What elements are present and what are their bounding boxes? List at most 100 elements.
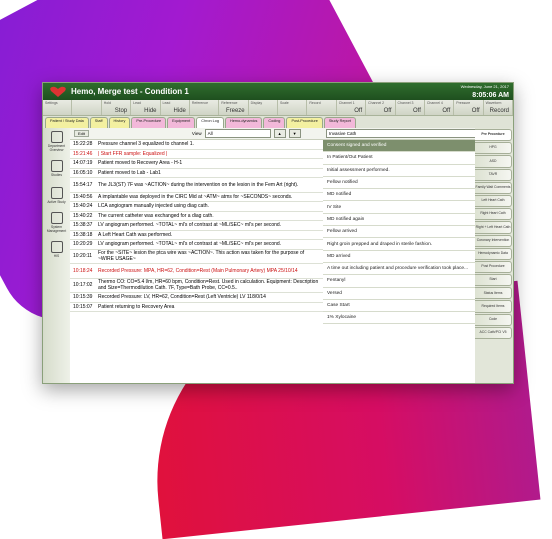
procedure-item[interactable]: IV Site: [323, 201, 499, 214]
procedure-item[interactable]: Consent signed and verified: [323, 140, 499, 153]
toolbar-button[interactable]: [72, 100, 102, 115]
toolbar-button[interactable]: Display: [249, 100, 278, 115]
log-text: LCA angiogram manually injected using di…: [98, 203, 209, 210]
view-select[interactable]: All: [204, 129, 271, 138]
procedure-type-select[interactable]: Invasive Cath: [326, 129, 498, 138]
log-row[interactable]: 10:20:29 LV angiogram performed. ~TOTAL~ …: [70, 240, 323, 250]
procedure-tab[interactable]: Required Items: [475, 300, 512, 313]
log-row[interactable]: 15:40:24 LCA angiogram manually injected …: [70, 202, 323, 212]
toolbar-button[interactable]: Channel 4 Off: [425, 100, 455, 115]
procedure-item[interactable]: Fellow notified: [323, 177, 499, 190]
module-tab[interactable]: Pre-Procedure: [131, 117, 167, 128]
toolbar-button-label: Record: [489, 108, 509, 114]
toolbar-button[interactable]: Channel 3 Off: [396, 100, 425, 115]
procedure-item[interactable]: Fellow arrived: [323, 226, 499, 239]
module-tab[interactable]: History: [108, 117, 131, 128]
view-label: View: [191, 131, 202, 136]
toolbar-button-caption: Reference: [191, 101, 209, 105]
toolbar-button-caption: Hold: [103, 101, 111, 105]
toolbar-button[interactable]: Channel 2 Off: [366, 100, 396, 115]
module-tab[interactable]: Hemo-dynamics: [224, 117, 263, 128]
module-tab[interactable]: Patient / Study Data: [45, 117, 89, 128]
toolbar-button[interactable]: Waveform Record: [484, 100, 513, 115]
procedure-item[interactable]: In Patient/Out Patient: [323, 152, 499, 165]
toolbar-button[interactable]: Reference Freeze: [219, 100, 249, 115]
scroll-up-button[interactable]: ▲: [273, 129, 286, 138]
toolbar-button[interactable]: Lead Hide: [131, 100, 161, 115]
procedure-tab[interactable]: Pre Procedure: [475, 129, 512, 142]
log-row[interactable]: 10:15:07 Patient returning to Recovery Ar…: [70, 303, 323, 312]
module-tab[interactable]: Chron Log: [196, 117, 224, 128]
sidebar-item[interactable]: System Management: [43, 209, 70, 236]
procedure-item[interactable]: A time out including patient and procedu…: [323, 263, 499, 276]
module-tab[interactable]: Staff: [89, 117, 108, 128]
log-row[interactable]: 15:54:17 The JL3(ST) 7F was ~ACTION~ duri…: [70, 178, 323, 193]
procedure-item[interactable]: 1% Xylocaine: [323, 312, 499, 325]
sidebar-item[interactable]: Department Overview: [43, 128, 70, 155]
procedure-tabs: Pre Procedure HPG ASD TAVR Family Wait Comme…: [475, 128, 513, 383]
procedure-item[interactable]: Right groin prepped and draped in steril…: [323, 238, 499, 251]
procedure-tab[interactable]: TAVR: [475, 168, 512, 181]
edit-button[interactable]: Edit: [74, 130, 89, 137]
log-row[interactable]: 16:05:10 Patient moved to Lab - Lab1: [70, 169, 323, 178]
toolbar-button-caption: Record: [309, 101, 321, 105]
procedure-item[interactable]: MD arrived: [323, 251, 499, 263]
log-row[interactable]: 14:07:19 Patient moved to Recovery Area -…: [70, 159, 323, 169]
module-tab[interactable]: Post-Procedure: [286, 117, 323, 128]
procedure-item[interactable]: MD notified: [323, 189, 499, 202]
toolbar-button[interactable]: Lead Hide: [161, 100, 190, 115]
procedure-tab[interactable]: Right + Left Heart Cath: [475, 221, 512, 234]
toolbar-button[interactable]: Reference: [190, 100, 220, 115]
module-tabs: Patient / Study Data Staff History Pre-Proc…: [43, 116, 513, 128]
log-time: 10:15:39: [73, 294, 93, 301]
toolbar-button-label: Hide: [173, 108, 186, 114]
module-tab[interactable]: Study Report: [323, 117, 356, 128]
log-row[interactable]: 10:18:24 Recorded Pressure: MPA, HR=62, C…: [70, 264, 323, 279]
toolbar-button-label: Off: [383, 108, 392, 114]
toolbar-button[interactable]: Hold Stop: [102, 100, 132, 115]
procedure-tab[interactable]: Coronary Intervention: [475, 234, 512, 247]
toolbar-button-label: Off: [354, 108, 363, 114]
procedure-tab[interactable]: Code: [475, 313, 512, 326]
toolbar-button[interactable]: Pressure Off: [454, 100, 484, 115]
module-tab[interactable]: Equipment: [167, 117, 196, 128]
log-row[interactable]: 15:40:56 A implantable was deployed in th…: [70, 193, 323, 202]
log-row[interactable]: 15:38:37 LV angiogram performed. ~TOTAL~ …: [70, 221, 323, 231]
procedure-item[interactable]: Versed: [323, 288, 499, 300]
procedure-tab[interactable]: Start: [475, 274, 512, 287]
procedure-tab[interactable]: HPG: [475, 142, 512, 155]
log-time: 10:17:02: [73, 282, 93, 289]
module-tab[interactable]: Coding: [263, 117, 286, 128]
toolbar-button-caption: Display: [250, 101, 263, 105]
application-window: Hemo, Merge test - Condition 1 Wednesday…: [42, 82, 514, 384]
procedure-tab[interactable]: Family Wait Comments: [475, 181, 512, 194]
log-text: Pressure channel 3 equalized to channel …: [98, 141, 194, 148]
log-row[interactable]: 15:40:22 The current catheter was exchang…: [70, 212, 323, 221]
sidebar-item[interactable]: Active Study: [43, 182, 70, 209]
toolbar-button[interactable]: Record: [307, 100, 337, 115]
log-row[interactable]: 15:21:46 | Start FFR sample: Equalized |: [70, 150, 323, 159]
log-row[interactable]: 10:17:02 Thermo CO: CO=5.4 l/m, HR=60 bpm…: [70, 279, 323, 293]
procedure-item[interactable]: Case Start: [323, 300, 499, 313]
log-row[interactable]: 15:22:28 Pressure channel 3 equalized to …: [70, 140, 323, 150]
sidebar-item[interactable]: HIS: [43, 236, 70, 263]
sidebar-item[interactable]: Studies: [43, 155, 70, 182]
procedure-item[interactable]: MD notified again: [323, 214, 499, 227]
procedure-tab[interactable]: ACC Cath/PCI V5: [475, 326, 512, 339]
toolbar-button[interactable]: Channel 1 Off: [337, 100, 367, 115]
procedure-tab[interactable]: Status Items: [475, 287, 512, 300]
log-row[interactable]: 15:38:18 A Left Heart Cath was performed.: [70, 231, 323, 240]
procedure-tab[interactable]: Left Heart Cath: [475, 194, 512, 208]
scroll-down-button[interactable]: ▼: [288, 129, 301, 138]
procedure-tab[interactable]: Post Procedure: [475, 260, 512, 274]
log-row[interactable]: 10:20:11 For the ~SITE~ lesion the ptca w…: [70, 250, 323, 264]
procedure-item[interactable]: Initial assessment performed.: [323, 165, 499, 177]
toolbar-button[interactable]: Settings: [43, 100, 73, 115]
procedure-item[interactable]: Fentanyl: [323, 275, 499, 288]
procedure-tab[interactable]: Right Heart Cath: [475, 208, 512, 221]
toolbar-button[interactable]: Scale: [278, 100, 308, 115]
title-bar: Hemo, Merge test - Condition 1 Wednesday…: [43, 83, 513, 100]
procedure-tab[interactable]: ASD: [475, 155, 512, 168]
procedure-tab[interactable]: Hemodynamic Data: [475, 247, 512, 260]
log-row[interactable]: 10:15:39 Recorded Pressure: LV, HR=62, Co…: [70, 293, 323, 303]
